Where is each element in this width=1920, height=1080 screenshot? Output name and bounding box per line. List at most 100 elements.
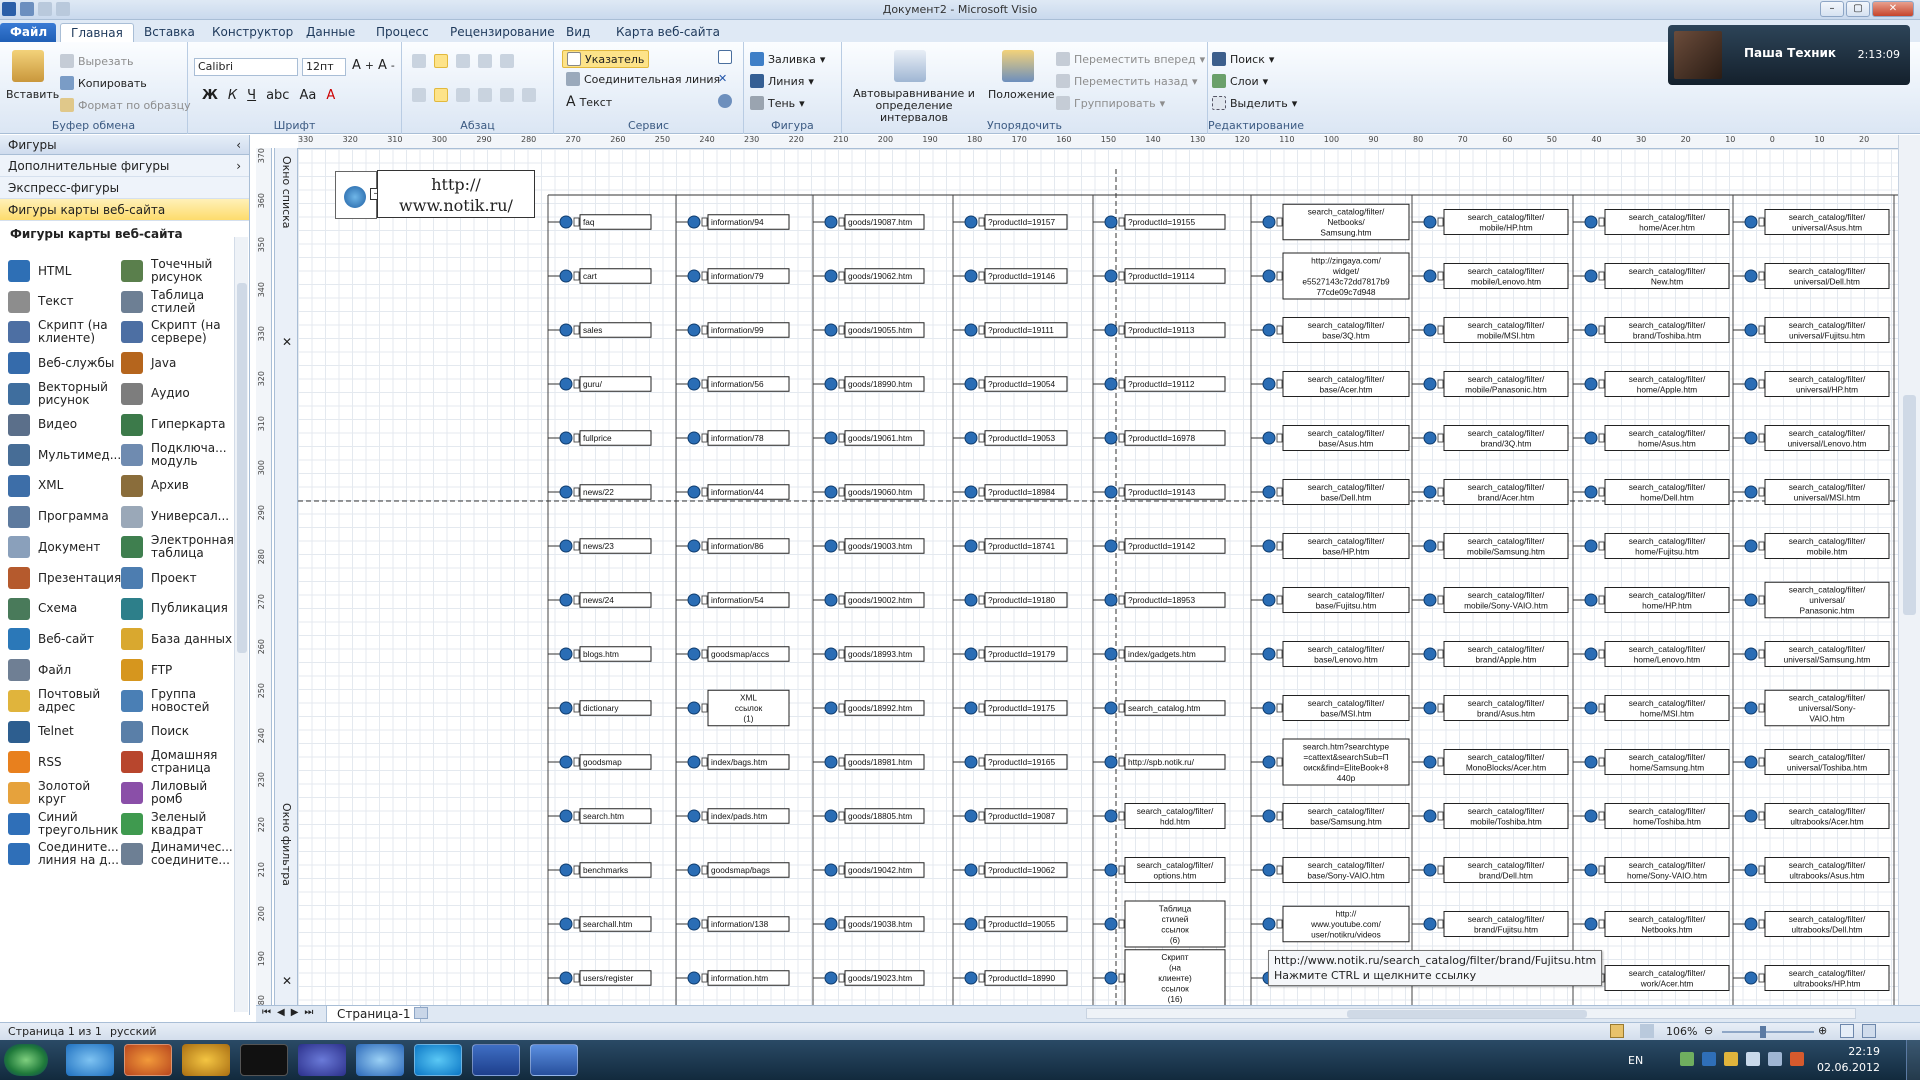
expand-node-icon[interactable] [978,703,985,713]
page-node-label[interactable]: information/138 [711,919,769,929]
page-node-label[interactable]: news/23 [583,541,614,551]
expand-node-icon[interactable] [1437,865,1444,875]
page-node-label[interactable]: blogs.htm [583,649,619,659]
page-node-label[interactable]: goods/19061.htm [848,433,912,443]
zoom-out-icon[interactable]: ⊖ [1704,1024,1713,1037]
expand-node-icon[interactable] [838,487,845,497]
page-node-label[interactable]: ?productId=19180 [988,595,1056,605]
copy-button[interactable]: Копировать [60,76,147,90]
align-bottom-icon[interactable] [456,54,470,68]
page-node-label[interactable]: information/54 [711,595,764,605]
expand-node-icon[interactable] [1437,919,1444,929]
expand-node-icon[interactable] [1758,649,1765,659]
expand-node-icon[interactable] [701,325,708,335]
expand-node-icon[interactable] [1276,217,1283,227]
page-node-label[interactable]: goods/19023.htm [848,973,912,983]
start-button[interactable] [4,1044,48,1076]
page-node-label[interactable]: ?productId=19054 [988,379,1056,389]
expand-node-icon[interactable] [1598,487,1605,497]
tray-app-icon[interactable] [1680,1052,1694,1066]
page-node-label[interactable]: search_catalog/filter/base/Fujitsu.htm [1308,590,1385,611]
expand-node-icon[interactable] [1118,271,1125,281]
maximize-button[interactable]: ▢ [1846,1,1870,17]
page-node-label[interactable]: information/44 [711,487,764,497]
scroll-thumb[interactable] [1903,395,1916,615]
expand-node-icon[interactable] [573,325,580,335]
internet-explorer-icon[interactable] [66,1044,114,1076]
tab-insert[interactable]: Вставка [134,23,205,42]
page-node-label[interactable]: ?productId=18741 [988,541,1056,551]
page-count[interactable]: Страница 1 из 1 [8,1025,102,1038]
connector-tool-button[interactable]: Соединительная линия [566,72,720,86]
align-top-icon[interactable] [412,54,426,68]
page-node-label[interactable]: ?productId=19053 [988,433,1056,443]
expand-node-icon[interactable] [1437,433,1444,443]
position-icon[interactable] [1002,50,1034,82]
page-node-label[interactable]: goods/19055.htm [848,325,912,335]
expand-node-icon[interactable] [1758,919,1765,929]
expand-node-icon[interactable] [573,865,580,875]
font-style-buttons[interactable]: Ж К Чabc Aa A [202,88,335,103]
justify-icon[interactable] [478,88,492,102]
expand-node-icon[interactable] [1758,271,1765,281]
page-node-label[interactable]: goods/19003.htm [848,541,912,551]
page-node-label[interactable]: search_catalog/filter/ultrabooks/Asus.ht… [1789,860,1866,881]
expand-node-icon[interactable] [978,595,985,605]
expand-node-icon[interactable] [1437,649,1444,659]
page-node-label[interactable]: goods/19062.htm [848,271,912,281]
page-node-label[interactable]: search_catalog/filter/home/Toshiba.htm [1629,806,1706,827]
expand-node-icon[interactable] [701,379,708,389]
expand-node-icon[interactable] [1276,757,1283,767]
expand-node-icon[interactable] [1118,433,1125,443]
page-node-label[interactable]: ?productId=19111 [988,325,1054,335]
page-node-label[interactable]: index/gadgets.htm [1128,649,1196,659]
align-middle-icon[interactable] [434,54,448,68]
root-url-label[interactable]: http:// www.notik.ru/ [377,170,535,218]
word-icon[interactable] [472,1044,520,1076]
expand-node-icon[interactable] [1437,217,1444,227]
expand-node-icon[interactable] [573,703,580,713]
zoom-level[interactable]: 106% [1666,1025,1697,1038]
list-window-label[interactable]: Окно списка [280,156,293,229]
expand-node-icon[interactable] [1276,919,1283,929]
fill-button[interactable]: Заливка ▾ [750,52,825,66]
align-right-icon[interactable] [456,88,470,102]
page-node-label[interactable]: search_catalog/filter/base/Lenovo.htm [1308,644,1385,665]
page-node-label[interactable]: search_catalog/filter/ultrabooks/Dell.ht… [1789,914,1866,935]
expand-node-icon[interactable] [978,379,985,389]
tab-data[interactable]: Данные [296,23,365,42]
tab-process[interactable]: Процесс [366,23,439,42]
expand-node-icon[interactable] [701,973,708,983]
page-node-label[interactable]: goodsmap/accs [711,649,769,659]
page-node-label[interactable]: goodsmap/bags [711,865,770,875]
vertical-scrollbar[interactable] [1898,135,1920,1005]
network-icon[interactable] [1746,1052,1760,1066]
paste-button[interactable]: Вставить [6,88,59,101]
page-node-label[interactable]: search_catalog/filter/brand/Acer.htm [1468,482,1545,503]
filter-window-label[interactable]: Окно фильтра [280,803,293,886]
expand-node-icon[interactable] [573,649,580,659]
expand-node-icon[interactable] [1276,811,1283,821]
page-node-label[interactable]: ?productId=18984 [988,487,1056,497]
page-node-label[interactable]: goods/19042.htm [848,865,912,875]
expand-node-icon[interactable] [1598,757,1605,767]
page-tab[interactable]: Страница-1 [326,1006,422,1023]
page-node-label[interactable]: search_catalog/filter/universal/Samsung.… [1784,644,1871,665]
expand-node-icon[interactable] [701,919,708,929]
page-node-label[interactable]: goodsmap [583,757,622,767]
expand-node-icon[interactable] [1118,649,1125,659]
page-node-label[interactable]: search_catalog/filter/home/Lenovo.htm [1629,644,1706,665]
infinity-app-icon[interactable] [298,1044,346,1076]
expand-node-icon[interactable] [978,433,985,443]
page-node-label[interactable]: search_catalog/filter/universal/MSI.htm [1789,482,1866,503]
expand-node-icon[interactable] [1758,811,1765,821]
pointer-tool-button[interactable]: Указатель [562,50,650,68]
scroll-thumb[interactable] [1347,1010,1587,1018]
select-button[interactable]: Выделить ▾ [1212,96,1297,110]
expand-node-icon[interactable] [1598,541,1605,551]
page-node-label[interactable]: search_catalog/filter/universal/Lenovo.h… [1788,428,1867,449]
sitemap-stencil-item[interactable]: Фигуры карты веб-сайта [0,199,249,221]
expand-node-icon[interactable] [838,595,845,605]
expand-node-icon[interactable] [1758,703,1765,713]
page-node-label[interactable]: ?productId=18990 [988,973,1056,983]
